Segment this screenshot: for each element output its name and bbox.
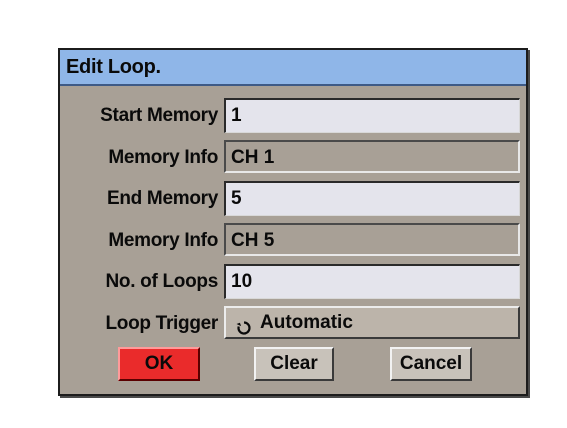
start-memory-input[interactable]: 1 <box>224 98 520 133</box>
dialog-title: Edit Loop. <box>66 55 161 78</box>
num-loops-label: No. of Loops <box>105 271 219 292</box>
memory-info-end-value: CH 5 <box>224 223 520 256</box>
ok-button[interactable]: OK <box>118 347 200 381</box>
refresh-icon <box>236 315 252 335</box>
start-memory-label: Start Memory <box>100 105 218 126</box>
num-loops-row: No. of Loops 10 <box>60 264 526 300</box>
start-memory-row: Start Memory 1 <box>60 98 526 134</box>
memory-info-end-row: Memory Info CH 5 <box>60 223 526 259</box>
memory-info-start-value: CH 1 <box>224 140 520 173</box>
end-memory-row: End Memory 5 <box>60 181 526 217</box>
end-memory-label: End Memory <box>106 188 218 209</box>
loop-trigger-value: Automatic <box>260 311 353 333</box>
dialog-titlebar: Edit Loop. <box>60 50 526 86</box>
loop-trigger-label: Loop Trigger <box>105 313 218 334</box>
cancel-button[interactable]: Cancel <box>390 347 472 381</box>
clear-button[interactable]: Clear <box>254 347 334 381</box>
num-loops-input[interactable]: 10 <box>224 264 520 299</box>
edit-loop-dialog: Edit Loop. Start Memory 1 Memory Info CH… <box>58 48 528 396</box>
memory-info-start-label: Memory Info <box>108 147 218 168</box>
memory-info-start-row: Memory Info CH 1 <box>60 140 526 176</box>
end-memory-input[interactable]: 5 <box>224 181 520 216</box>
loop-trigger-row: Loop Trigger Automatic <box>60 306 526 342</box>
loop-trigger-button[interactable]: Automatic <box>224 306 520 339</box>
memory-info-end-label: Memory Info <box>108 230 218 251</box>
page: Edit Loop. Start Memory 1 Memory Info CH… <box>0 0 567 428</box>
